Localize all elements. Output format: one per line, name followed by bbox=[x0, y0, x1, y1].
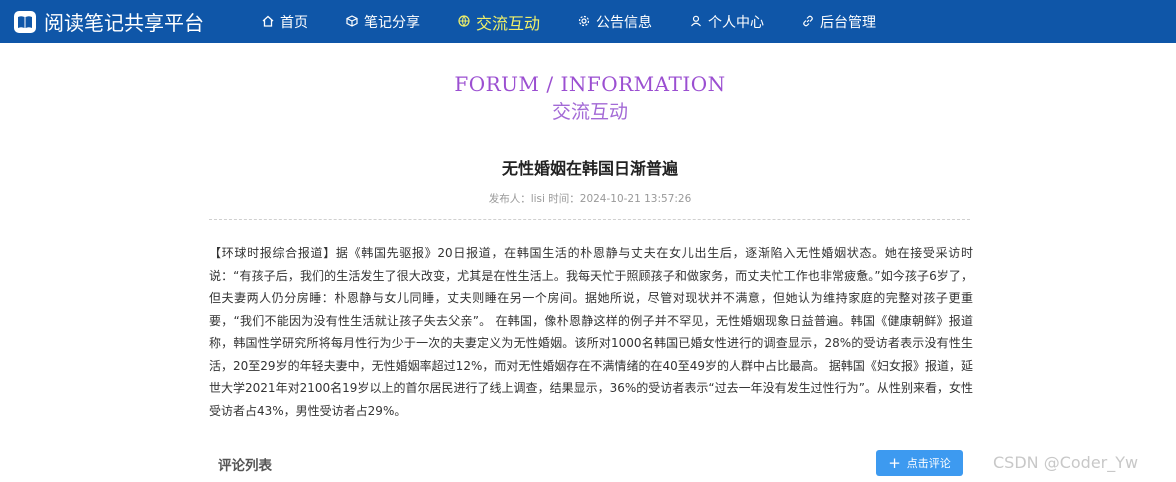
site-title: 阅读笔记共享平台 bbox=[44, 11, 204, 35]
add-comment-button[interactable]: + 点击评论 bbox=[876, 450, 963, 476]
section-title-en: FORUM / INFORMATION bbox=[454, 72, 726, 96]
main-nav: 首页 笔记分享 交流互动 公告信息 个人中心 后台管理 bbox=[262, 0, 914, 43]
nav-label: 公告信息 bbox=[596, 14, 653, 31]
cube-icon bbox=[346, 14, 358, 29]
article-title: 无性婚姻在韩国日渐普遍 bbox=[501, 159, 678, 178]
nav-label: 个人中心 bbox=[708, 14, 765, 31]
comments-list-title: 评论列表 bbox=[218, 458, 272, 474]
nav-label: 首页 bbox=[280, 14, 308, 31]
article-content: 【环球时报综合报道】据《韩国先驱报》20日报道，在韩国生活的朴恩静与丈夫在女儿出… bbox=[209, 246, 973, 418]
link-icon bbox=[802, 15, 814, 29]
watermark: CSDN @Coder_Yw bbox=[993, 453, 1139, 472]
nav-item-home[interactable]: 首页 bbox=[262, 12, 308, 32]
site-brand[interactable]: 阅读笔记共享平台 bbox=[14, 0, 204, 43]
section-title-cn: 交流互动 bbox=[551, 101, 628, 123]
home-icon bbox=[262, 15, 274, 29]
nav-item-forum[interactable]: 交流互动 bbox=[458, 10, 540, 34]
plus-icon: + bbox=[888, 453, 901, 472]
top-navigation-bar: 阅读笔记共享平台 首页 笔记分享 交流互动 公告信息 个人中心 后台管理 bbox=[0, 0, 1176, 43]
nav-item-notes[interactable]: 笔记分享 bbox=[346, 12, 420, 32]
nav-item-profile[interactable]: 个人中心 bbox=[690, 12, 764, 32]
nav-label: 笔记分享 bbox=[364, 14, 420, 31]
divider bbox=[209, 219, 970, 220]
book-icon bbox=[14, 10, 36, 33]
article-meta: 发布人：lisi 时间：2024-10-21 13:57:26 bbox=[488, 193, 692, 205]
gear-icon bbox=[578, 15, 590, 29]
nav-item-admin[interactable]: 后台管理 bbox=[802, 12, 876, 32]
globe-icon bbox=[458, 14, 470, 29]
user-icon bbox=[690, 15, 702, 29]
add-comment-label: 点击评论 bbox=[906, 457, 951, 470]
nav-label: 后台管理 bbox=[820, 14, 877, 31]
nav-item-announcements[interactable]: 公告信息 bbox=[578, 12, 652, 32]
nav-label: 交流互动 bbox=[476, 13, 541, 33]
